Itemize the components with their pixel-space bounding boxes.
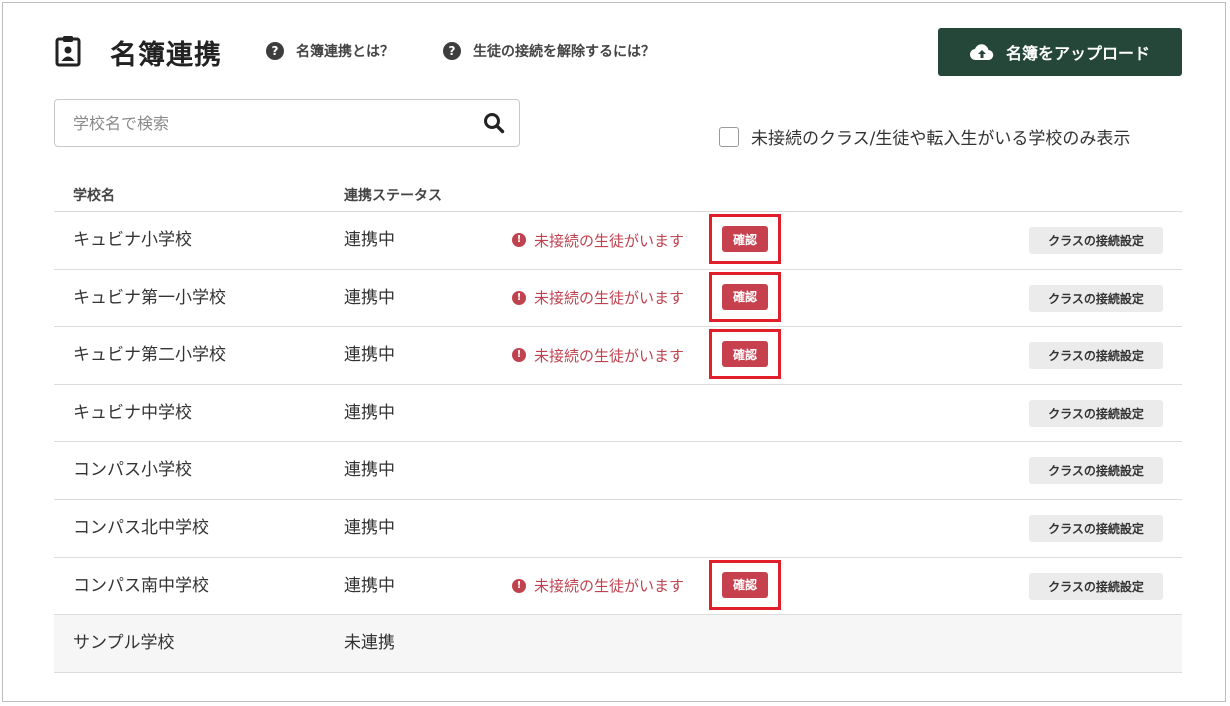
cloud-upload-icon — [969, 44, 994, 61]
class-settings-button[interactable]: クラスの接続設定 — [1029, 227, 1163, 254]
exclamation-circle-icon: ! — [512, 348, 526, 363]
upload-roster-button[interactable]: 名簿をアップロード — [938, 28, 1182, 76]
help-link-label: 名簿連携とは？ — [296, 44, 394, 60]
table-row: コンパス北中学校 連携中 クラスの接続設定 — [54, 500, 1182, 558]
page-frame: 名簿連携 ? 名簿連携とは？ ? 生徒の接続を解除するには？ 名簿をアップロード… — [2, 2, 1226, 702]
help-link-label: 生徒の接続を解除するには？ — [473, 44, 655, 60]
page-title: 名簿連携 — [110, 40, 222, 71]
link-status: 連携中 — [344, 575, 395, 596]
search-icon[interactable] — [483, 112, 505, 134]
school-table: 学校名 連携ステータス キュビナ小学校 連携中! 未接続の生徒がいます 確認 クラスの接… — [54, 175, 1182, 673]
confirm-highlight: 確認 — [709, 214, 781, 264]
unconnected-filter[interactable]: 未接続のクラス/生徒や転入生がいる学校のみ表示 — [719, 124, 1130, 149]
unconnected-warning: ! 未接続の生徒がいます — [512, 327, 684, 383]
link-status: 連携中 — [344, 517, 395, 538]
table-row: キュビナ第一小学校 連携中! 未接続の生徒がいます 確認 クラスの接続設定 — [54, 270, 1182, 328]
class-settings-button[interactable]: クラスの接続設定 — [1029, 572, 1163, 600]
confirm-button[interactable]: 確認 — [722, 571, 768, 598]
class-settings-button[interactable]: クラスの接続設定 — [1029, 284, 1163, 312]
column-school-name: 学校名 — [73, 188, 115, 204]
school-search-input[interactable] — [55, 100, 475, 146]
warning-text: 未接続の生徒がいます — [534, 231, 685, 250]
link-status: 連携中 — [344, 460, 395, 481]
school-name: コンパス北中学校 — [73, 517, 209, 538]
question-circle-icon: ? — [443, 42, 461, 60]
table-row: コンパス小学校 連携中 クラスの接続設定 — [54, 442, 1182, 500]
table-row: コンパス南中学校 連携中! 未接続の生徒がいます 確認 クラスの接続設定 — [54, 558, 1182, 616]
help-link-roster[interactable]: ? 名簿連携とは？ — [266, 41, 394, 61]
link-status: 連携中 — [344, 345, 395, 366]
unconnected-filter-label: 未接続のクラス/生徒や転入生がいる学校のみ表示 — [751, 129, 1131, 149]
class-settings-button[interactable]: クラスの接続設定 — [1029, 457, 1163, 485]
column-status: 連携ステータス — [344, 188, 442, 204]
class-settings-button[interactable]: クラスの接続設定 — [1029, 342, 1163, 370]
school-name: キュビナ第一小学校 — [73, 287, 226, 308]
confirm-highlight: 確認 — [709, 271, 781, 322]
confirm-button[interactable]: 確認 — [722, 226, 768, 252]
exclamation-circle-icon: ! — [512, 233, 526, 247]
table-row: キュビナ中学校 連携中 クラスの接続設定 — [54, 385, 1182, 443]
table-header: 学校名 連携ステータス — [54, 175, 1182, 212]
unconnected-filter-checkbox[interactable] — [719, 126, 739, 147]
school-search — [54, 99, 520, 147]
school-name: コンパス小学校 — [73, 460, 192, 481]
unconnected-warning: ! 未接続の生徒がいます — [512, 270, 684, 326]
school-name: キュビナ中学校 — [73, 402, 192, 423]
link-status: 連携中 — [344, 402, 395, 423]
warning-text: 未接続の生徒がいます — [534, 289, 685, 308]
clipboard-user-icon — [55, 35, 81, 67]
table-row: キュビナ第二小学校 連携中! 未接続の生徒がいます 確認 クラスの接続設定 — [54, 327, 1182, 385]
link-status: 未連携 — [344, 633, 395, 654]
upload-roster-label: 名簿をアップロード — [1005, 44, 1150, 63]
confirm-highlight: 確認 — [709, 559, 781, 610]
confirm-button[interactable]: 確認 — [722, 283, 768, 310]
table-body: キュビナ小学校 連携中! 未接続の生徒がいます 確認 クラスの接続設定 キュビナ第一小学校… — [54, 212, 1182, 673]
school-name: コンパス南中学校 — [73, 575, 209, 596]
warning-text: 未接続の生徒がいます — [534, 346, 685, 365]
exclamation-circle-icon: ! — [512, 578, 526, 593]
confirm-button[interactable]: 確認 — [722, 341, 768, 368]
school-name: キュビナ小学校 — [73, 230, 192, 250]
class-settings-button[interactable]: クラスの接続設定 — [1029, 514, 1163, 542]
link-status: 連携中 — [344, 287, 395, 308]
warning-text: 未接続の生徒がいます — [534, 577, 685, 596]
unconnected-warning: ! 未接続の生徒がいます — [512, 212, 684, 268]
table-row: サンプル学校 未連携 — [54, 615, 1182, 673]
help-link-disconnect[interactable]: ? 生徒の接続を解除するには？ — [443, 41, 655, 61]
school-name: キュビナ第二小学校 — [73, 345, 226, 366]
link-status: 連携中 — [344, 230, 395, 250]
exclamation-circle-icon: ! — [512, 290, 526, 305]
table-row: キュビナ小学校 連携中! 未接続の生徒がいます 確認 クラスの接続設定 — [54, 212, 1182, 270]
class-settings-button[interactable]: クラスの接続設定 — [1029, 399, 1163, 427]
unconnected-warning: ! 未接続の生徒がいます — [512, 558, 684, 614]
school-name: サンプル学校 — [73, 633, 175, 654]
question-circle-icon: ? — [266, 42, 284, 60]
confirm-highlight: 確認 — [709, 329, 781, 380]
page-header: 名簿連携 ? 名簿連携とは？ ? 生徒の接続を解除するには？ 名簿をアップロード — [55, 28, 1182, 76]
